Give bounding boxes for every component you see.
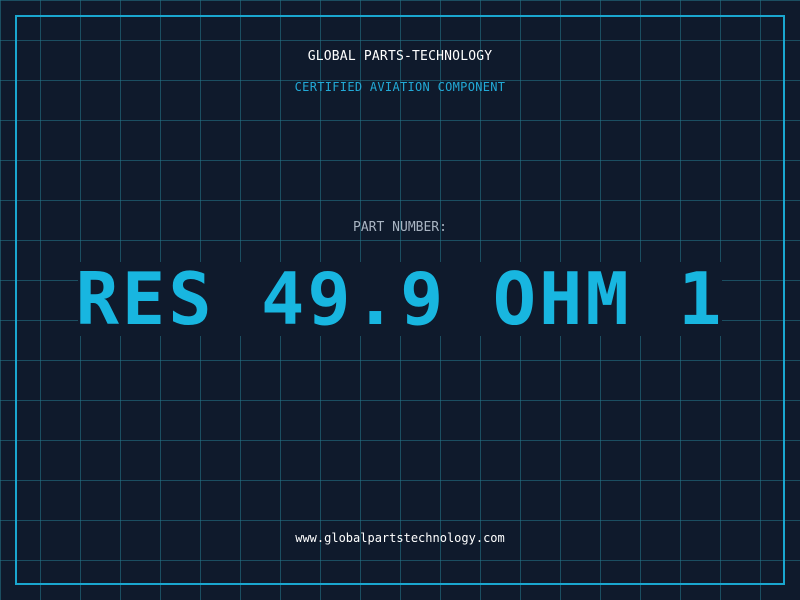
certificate-panel: GLOBAL PARTS-TECHNOLOGY CERTIFIED AVIATI… <box>0 0 800 600</box>
certification-subtitle: CERTIFIED AVIATION COMPONENT <box>294 80 506 94</box>
company-name: GLOBAL PARTS-TECHNOLOGY <box>307 49 493 64</box>
part-number-display: RES 49.9 OHM 1 <box>75 257 725 341</box>
website-url: www.globalpartstechnology.com <box>295 531 505 545</box>
part-number-label: PART NUMBER: <box>353 220 447 235</box>
part-number-value: RES 49.9 OHM 1 <box>75 257 725 341</box>
